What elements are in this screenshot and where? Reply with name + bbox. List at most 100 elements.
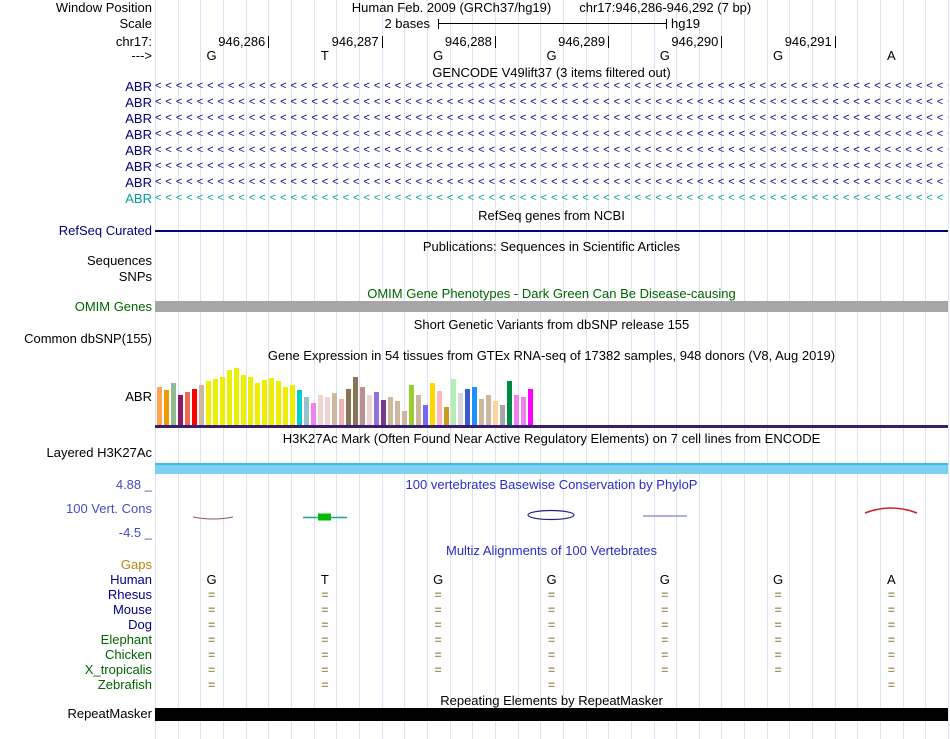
gtex-bar[interactable] xyxy=(458,393,463,425)
ruler-label[interactable]: 946,291 xyxy=(749,35,832,49)
alignment-gap-mark: = xyxy=(321,633,329,647)
gene-label[interactable]: ABR xyxy=(0,144,155,158)
ruler-tick xyxy=(494,36,496,48)
alignment-gap-mark: = xyxy=(887,588,895,602)
gtex-bar[interactable] xyxy=(192,389,197,425)
gtex-bar-chart[interactable] xyxy=(157,365,539,425)
alignment-gap-mark: = xyxy=(887,648,895,662)
gtex-bar[interactable] xyxy=(388,397,393,425)
alignment-gap-mark: = xyxy=(208,588,216,602)
gtex-bar[interactable] xyxy=(332,393,337,425)
ruler-label[interactable]: 946,289 xyxy=(522,35,605,49)
gtex-bar[interactable] xyxy=(423,405,428,425)
gtex-bar[interactable] xyxy=(346,389,351,425)
gtex-bar[interactable] xyxy=(444,407,449,425)
gtex-bar[interactable] xyxy=(500,405,505,425)
gene-arrow-row[interactable]: <<<<<<<<<<<<<<<<<<<<<<<<<<<<<<<<<<<<<<<<… xyxy=(155,176,948,190)
ruler-label[interactable]: 946,288 xyxy=(409,35,492,49)
species-label[interactable]: X_tropicalis xyxy=(0,663,155,677)
gene-label[interactable]: ABR xyxy=(0,96,155,110)
gtex-bar[interactable] xyxy=(269,378,274,425)
gtex-bar[interactable] xyxy=(311,403,316,425)
gtex-bar[interactable] xyxy=(318,395,323,425)
ruler-label[interactable]: 946,286 xyxy=(182,35,265,49)
gtex-bar[interactable] xyxy=(514,395,519,425)
gtex-bar[interactable] xyxy=(507,381,512,425)
species-label[interactable]: Human xyxy=(0,573,155,587)
gtex-bar[interactable] xyxy=(241,375,246,425)
gene-arrow-row[interactable]: <<<<<<<<<<<<<<<<<<<<<<<<<<<<<<<<<<<<<<<<… xyxy=(155,112,948,126)
gtex-bar[interactable] xyxy=(528,389,533,425)
gtex-bar[interactable] xyxy=(171,383,176,425)
gene-label[interactable]: ABR xyxy=(0,160,155,174)
gene-arrow-row[interactable]: <<<<<<<<<<<<<<<<<<<<<<<<<<<<<<<<<<<<<<<<… xyxy=(155,128,948,142)
gtex-bar[interactable] xyxy=(199,385,204,425)
gtex-bar[interactable] xyxy=(164,390,169,425)
gtex-bar[interactable] xyxy=(248,377,253,425)
gtex-bar[interactable] xyxy=(479,399,484,425)
gtex-bar[interactable] xyxy=(297,390,302,425)
gene-label[interactable]: ABR xyxy=(0,192,155,206)
species-label[interactable]: Elephant xyxy=(0,633,155,647)
gene-label[interactable]: ABR xyxy=(0,128,155,142)
species-label[interactable]: Chicken xyxy=(0,648,155,662)
base-letter: G xyxy=(773,48,784,63)
alignment-gap-mark: = xyxy=(321,663,329,677)
gene-arrow-row[interactable]: <<<<<<<<<<<<<<<<<<<<<<<<<<<<<<<<<<<<<<<<… xyxy=(155,144,948,158)
gene-arrow-row[interactable]: <<<<<<<<<<<<<<<<<<<<<<<<<<<<<<<<<<<<<<<<… xyxy=(155,80,948,94)
gtex-bar[interactable] xyxy=(290,385,295,425)
alignment-gap-mark: = xyxy=(208,648,216,662)
gtex-bar[interactable] xyxy=(402,411,407,425)
gene-arrow-row[interactable]: <<<<<<<<<<<<<<<<<<<<<<<<<<<<<<<<<<<<<<<<… xyxy=(155,160,948,174)
gtex-bar[interactable] xyxy=(381,400,386,425)
gtex-bar[interactable] xyxy=(157,387,162,425)
gtex-bar[interactable] xyxy=(367,395,372,425)
gtex-bar[interactable] xyxy=(521,397,526,425)
gtex-bar[interactable] xyxy=(339,399,344,425)
gtex-bar[interactable] xyxy=(185,392,190,425)
gene-label[interactable]: ABR xyxy=(0,176,155,190)
gtex-bar[interactable] xyxy=(486,395,491,425)
gtex-bar[interactable] xyxy=(178,395,183,425)
gtex-bar[interactable] xyxy=(374,392,379,425)
alignment-gap-mark: = xyxy=(208,663,216,677)
gtex-bar[interactable] xyxy=(213,379,218,425)
gtex-bar[interactable] xyxy=(234,368,239,425)
species-label[interactable]: Mouse xyxy=(0,603,155,617)
gtex-bar[interactable] xyxy=(409,385,414,425)
gtex-bar[interactable] xyxy=(227,370,232,425)
ucsc-genome-browser-view[interactable]: Window Position Human Feb. 2009 (GRCh37/… xyxy=(0,0,950,739)
alignment-gap-mark: = xyxy=(321,648,329,662)
gene-label[interactable]: ABR xyxy=(0,112,155,126)
species-label[interactable]: Rhesus xyxy=(0,588,155,602)
gtex-bar[interactable] xyxy=(206,381,211,425)
gtex-bar[interactable] xyxy=(395,401,400,425)
gene-arrow-row[interactable]: <<<<<<<<<<<<<<<<<<<<<<<<<<<<<<<<<<<<<<<<… xyxy=(155,192,948,206)
gtex-bar[interactable] xyxy=(220,377,225,425)
gtex-bar[interactable] xyxy=(493,401,498,425)
gtex-bar[interactable] xyxy=(465,389,470,425)
gtex-bar[interactable] xyxy=(283,387,288,425)
gtex-bar[interactable] xyxy=(437,391,442,425)
alignment-gap-mark: = xyxy=(434,648,442,662)
ruler-label[interactable]: 946,290 xyxy=(635,35,718,49)
ruler-label[interactable]: 946,287 xyxy=(296,35,379,49)
ruler-tick xyxy=(608,36,610,48)
gtex-bar[interactable] xyxy=(262,380,267,425)
gtex-bar[interactable] xyxy=(304,397,309,425)
gene-arrow-row[interactable]: <<<<<<<<<<<<<<<<<<<<<<<<<<<<<<<<<<<<<<<<… xyxy=(155,96,948,110)
gtex-bar[interactable] xyxy=(255,383,260,425)
gtex-bar[interactable] xyxy=(360,387,365,425)
species-label[interactable]: Dog xyxy=(0,618,155,632)
alignment-gap-mark: = xyxy=(434,633,442,647)
gtex-bar[interactable] xyxy=(430,383,435,425)
human-base: G xyxy=(659,572,670,587)
gtex-bar[interactable] xyxy=(353,377,358,425)
gtex-bar[interactable] xyxy=(416,395,421,425)
gtex-bar[interactable] xyxy=(472,387,477,425)
gene-label[interactable]: ABR xyxy=(0,80,155,94)
gtex-bar[interactable] xyxy=(276,381,281,425)
species-label[interactable]: Zebrafish xyxy=(0,678,155,692)
gtex-bar[interactable] xyxy=(325,397,330,425)
gtex-bar[interactable] xyxy=(451,379,456,425)
